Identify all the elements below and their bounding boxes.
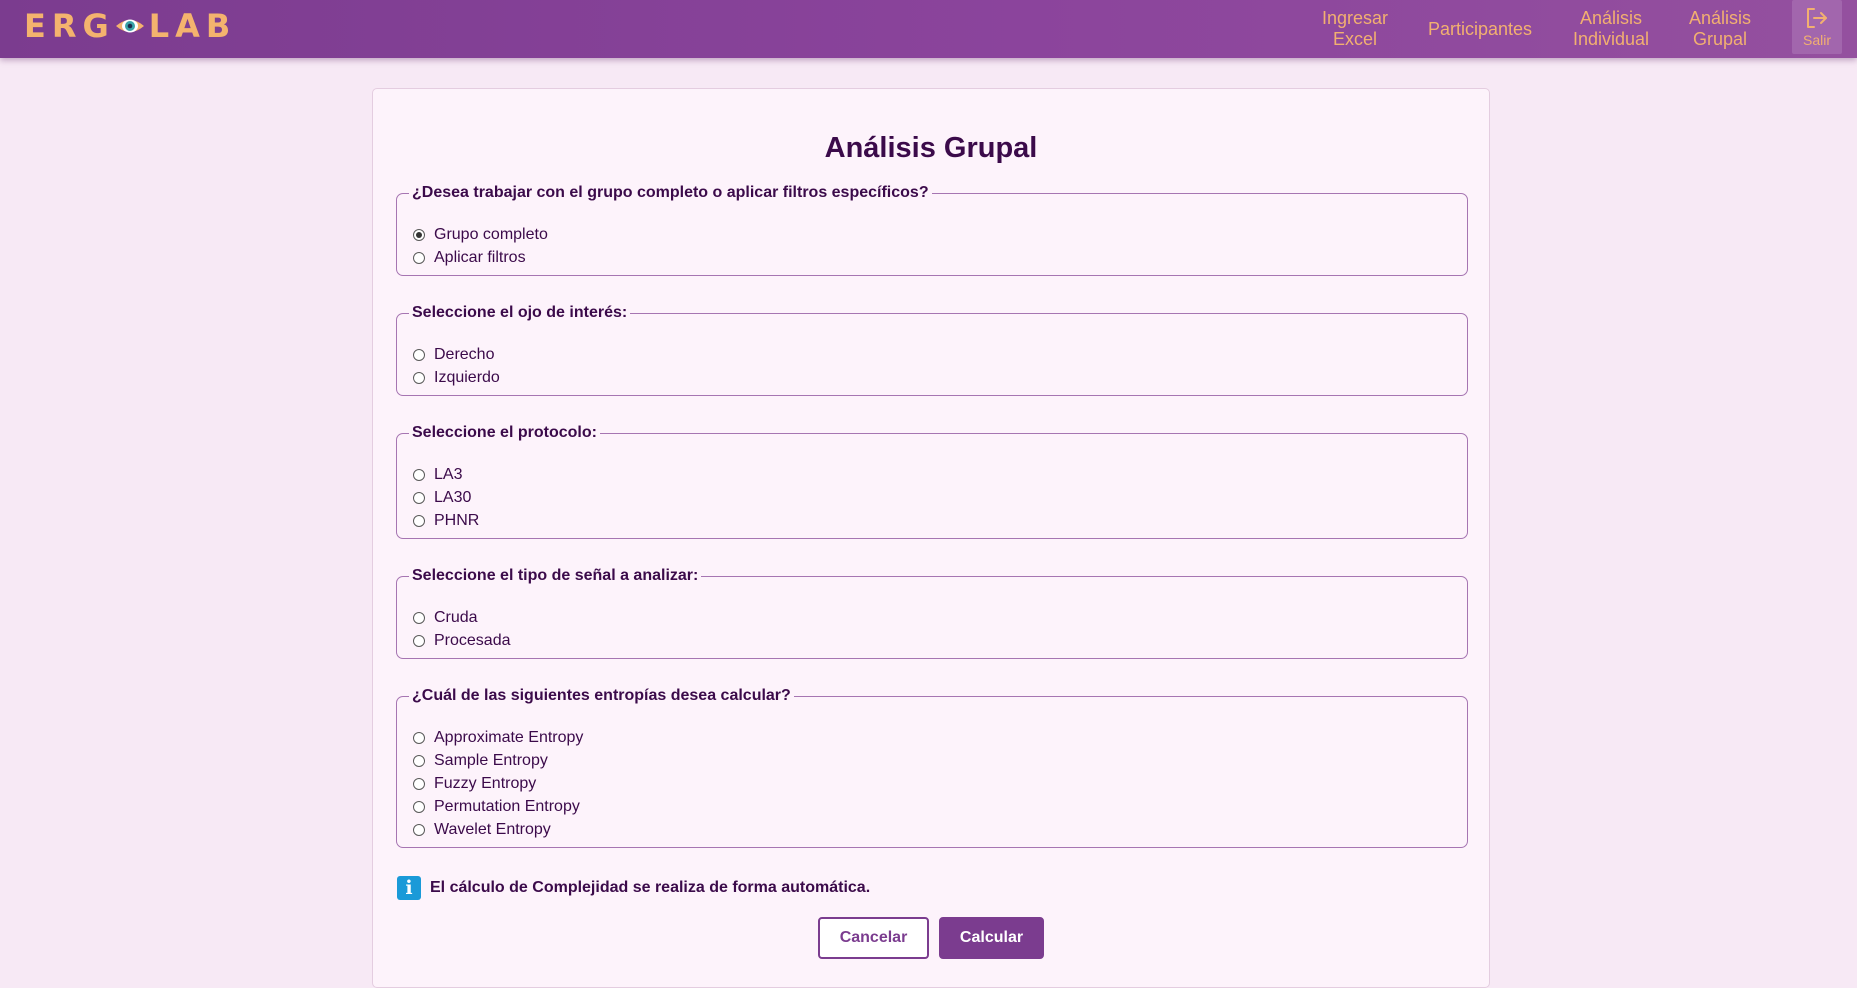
exit-button[interactable]: Salir bbox=[1792, 0, 1842, 54]
complexity-note: i El cálculo de Complejidad se realiza d… bbox=[397, 875, 870, 901]
group-legend: ¿Desea trabajar con el grupo completo o … bbox=[412, 184, 929, 201]
radio-fuzzy-entropy[interactable]: Fuzzy Entropy bbox=[413, 772, 1467, 795]
cancel-button[interactable]: Cancelar bbox=[818, 917, 929, 959]
logo-text-right: LAB bbox=[148, 7, 237, 45]
eye-fieldset: Seleccione el ojo de interés: Derecho Iz… bbox=[396, 304, 1468, 396]
eye-legend: Seleccione el ojo de interés: bbox=[412, 304, 628, 321]
info-icon: i bbox=[397, 876, 421, 900]
nav-analisis-grupal[interactable]: Análisis Grupal bbox=[1680, 0, 1760, 58]
nav-ingresar-excel[interactable]: Ingresar Excel bbox=[1314, 0, 1396, 58]
radio-permutation-entropy[interactable]: Permutation Entropy bbox=[413, 795, 1467, 818]
exit-label: Salir bbox=[1802, 31, 1831, 48]
top-navbar: ERG LAB Ingresar Excel Participantes Anál… bbox=[0, 0, 1857, 58]
eye-icon bbox=[115, 19, 144, 33]
radio-button[interactable] bbox=[413, 491, 425, 504]
radio-button[interactable] bbox=[413, 348, 425, 361]
nav-participantes[interactable]: Participantes bbox=[1420, 0, 1540, 58]
radio-la30[interactable]: LA30 bbox=[413, 486, 1467, 509]
radio-derecho[interactable]: Derecho bbox=[413, 343, 1467, 366]
radio-button[interactable] bbox=[413, 731, 425, 744]
entropy-fieldset: ¿Cuál de las siguientes entropías desea … bbox=[396, 687, 1468, 848]
logo-text-left: ERG bbox=[24, 7, 115, 45]
entropy-legend: ¿Cuál de las siguientes entropías desea … bbox=[412, 687, 791, 704]
radio-izquierdo[interactable]: Izquierdo bbox=[413, 366, 1467, 389]
signal-legend: Seleccione el tipo de señal a analizar: bbox=[412, 567, 699, 584]
complexity-note-text: El cálculo de Complejidad se realiza de … bbox=[430, 879, 871, 896]
group-fieldset: ¿Desea trabajar con el grupo completo o … bbox=[396, 184, 1468, 276]
logout-icon bbox=[1807, 7, 1827, 28]
radio-button[interactable] bbox=[413, 800, 425, 813]
radio-phnr[interactable]: PHNR bbox=[413, 509, 1467, 532]
radio-button[interactable] bbox=[413, 514, 425, 527]
radio-button[interactable] bbox=[413, 468, 425, 481]
radio-sample-entropy[interactable]: Sample Entropy bbox=[413, 749, 1467, 772]
radio-la3[interactable]: LA3 bbox=[413, 463, 1467, 486]
radio-cruda[interactable]: Cruda bbox=[413, 606, 1467, 629]
nav-analisis-individual[interactable]: Análisis Individual bbox=[1566, 0, 1656, 58]
protocol-fieldset: Seleccione el protocolo: LA3 LA30 PHNR bbox=[396, 424, 1468, 539]
radio-aplicar-filtros[interactable]: Aplicar filtros bbox=[413, 246, 1467, 269]
radio-button-checked[interactable] bbox=[413, 228, 425, 241]
radio-button[interactable] bbox=[413, 823, 425, 836]
radio-grupo-completo[interactable]: Grupo completo bbox=[413, 223, 1467, 246]
radio-button[interactable] bbox=[413, 611, 425, 624]
calculate-button[interactable]: Calcular bbox=[939, 917, 1044, 959]
radio-button[interactable] bbox=[413, 251, 425, 264]
radio-button[interactable] bbox=[413, 754, 425, 767]
page-title: Análisis Grupal bbox=[824, 132, 1038, 164]
radio-procesada[interactable]: Procesada bbox=[413, 629, 1467, 652]
radio-button[interactable] bbox=[413, 371, 425, 384]
radio-button[interactable] bbox=[413, 634, 425, 647]
radio-button[interactable] bbox=[413, 777, 425, 790]
protocol-legend: Seleccione el protocolo: bbox=[412, 424, 597, 441]
radio-wavelet-entropy[interactable]: Wavelet Entropy bbox=[413, 818, 1467, 841]
app-logo[interactable]: ERG LAB bbox=[24, 7, 237, 45]
radio-approximate-entropy[interactable]: Approximate Entropy bbox=[413, 726, 1467, 749]
signal-fieldset: Seleccione el tipo de señal a analizar: … bbox=[396, 567, 1468, 659]
analysis-card: Análisis Grupal ¿Desea trabajar con el g… bbox=[372, 88, 1490, 988]
